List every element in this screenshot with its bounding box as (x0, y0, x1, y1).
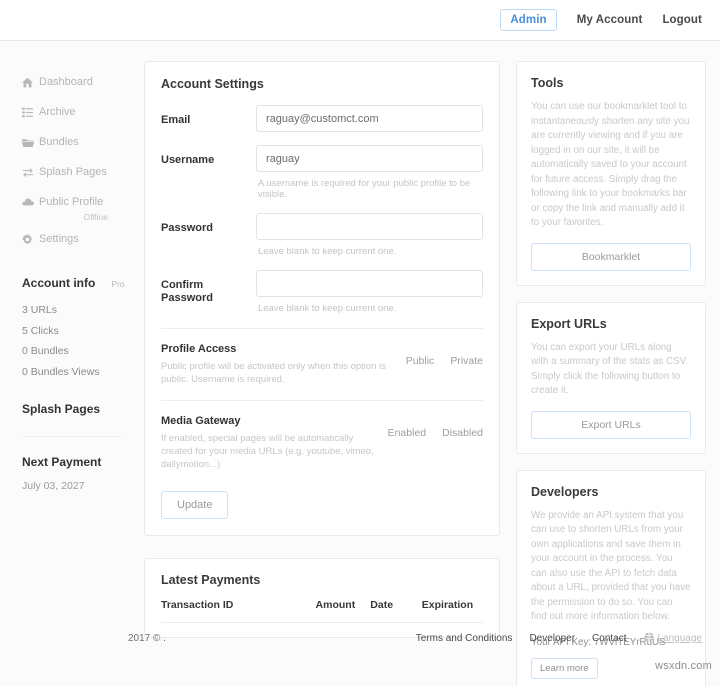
password-row: Password Leave blank to keep current one… (161, 213, 483, 257)
nav-link-logout[interactable]: Logout (662, 14, 702, 26)
tools-panel-text: You can use our bookmarklet tool to inst… (531, 101, 690, 228)
password-field[interactable] (256, 213, 483, 240)
sidebar-item-label: Archive (39, 106, 76, 118)
globe-icon (643, 631, 654, 645)
confirm-password-field[interactable] (256, 270, 483, 297)
latest-payments-title: Latest Payments (161, 573, 261, 587)
profile-access-private-option[interactable]: Private (450, 355, 483, 367)
username-label: Username (161, 154, 215, 166)
stat-bundles: 0 Bundles (22, 345, 69, 357)
account-settings-card: Account Settings Email Username A us (144, 61, 500, 536)
media-gateway-title: Media Gateway (161, 415, 241, 427)
export-panel-text: You can export your URLs along with a su… (531, 341, 688, 397)
copyright-text: 2017 © . (128, 632, 166, 644)
list-icon (22, 107, 39, 118)
form-divider-1 (161, 328, 483, 329)
sidebar: Dashboard Archive Bundles Splash Pages P… (14, 61, 130, 686)
media-gateway-row: Media Gateway If enabled, special pages … (161, 415, 483, 471)
email-row: Email (161, 105, 483, 132)
home-icon (22, 77, 39, 88)
sidebar-item-label: Bundles (39, 136, 79, 148)
media-gateway-description: If enabled, special pages will be automa… (161, 433, 374, 470)
account-info-title: Account info (22, 276, 96, 290)
public-profile-status: Offline (83, 212, 108, 222)
nav-link-my-account[interactable]: My Account (577, 14, 643, 26)
profile-access-description: Public profile will be activated only wh… (161, 361, 386, 385)
account-settings-form: Email Username A username is required fo… (145, 91, 499, 535)
update-button[interactable]: Update (161, 491, 229, 519)
sidebar-item-splash-pages[interactable]: Splash Pages (14, 157, 130, 187)
next-payment-title: Next Payment (22, 455, 102, 469)
footer-link-contact[interactable]: Contact (592, 633, 626, 644)
app-root: Admin My Account Logout Dashboard Archiv… (0, 0, 720, 686)
gear-icon (22, 233, 39, 245)
password-label: Password (161, 222, 213, 234)
sidebar-item-bundles[interactable]: Bundles (14, 127, 130, 157)
export-panel-title: Export URLs (531, 316, 607, 331)
footer: 2017 © . Terms and Conditions Developer … (0, 612, 720, 664)
developers-panel-title: Developers (531, 484, 599, 499)
footer-link-developer[interactable]: Developer (529, 633, 575, 644)
username-help: A username is required for your public p… (258, 178, 471, 200)
sidebar-item-dashboard[interactable]: Dashboard (14, 67, 130, 97)
pro-badge: Pro (111, 279, 125, 289)
email-field[interactable] (256, 105, 483, 132)
sidebar-divider (22, 436, 122, 437)
username-field[interactable] (256, 145, 483, 172)
username-row: Username A username is required for your… (161, 145, 483, 200)
form-divider-2 (161, 400, 483, 401)
confirm-password-row: Confirm Password Leave blank to keep cur… (161, 270, 483, 314)
profile-access-row: Profile Access Public profile will be ac… (161, 343, 483, 386)
media-gateway-enabled-option[interactable]: Enabled (388, 427, 427, 439)
watermark: wsxdn.com (655, 660, 712, 672)
sidebar-item-archive[interactable]: Archive (14, 97, 130, 127)
page-title: Account Settings (161, 77, 264, 91)
sidebar-item-label: Splash Pages (39, 166, 107, 178)
developers-panel-text: We provide an API system that you can us… (531, 509, 691, 623)
nav-link-admin[interactable]: Admin (500, 9, 557, 31)
main-content: Account Settings Email Username A us (130, 61, 516, 686)
footer-link-terms[interactable]: Terms and Conditions (416, 633, 513, 644)
top-navigation-bar: Admin My Account Logout (0, 0, 720, 41)
profile-access-public-option[interactable]: Public (406, 355, 435, 367)
confirm-password-label: Confirm Password (161, 279, 213, 304)
bookmarklet-button[interactable]: Bookmarklet (531, 242, 691, 271)
next-payment-date: July 03, 2027 (22, 480, 85, 492)
cloud-icon (22, 197, 39, 207)
sidebar-item-label: Dashboard (39, 76, 93, 88)
footer-links: Terms and Conditions Developer Contact L… (416, 631, 703, 645)
sidebar-item-label: Settings (39, 233, 79, 245)
media-gateway-disabled-option[interactable]: Disabled (442, 427, 483, 439)
language-label: Language (657, 632, 703, 644)
folder-icon (22, 137, 39, 148)
sidebar-item-label: Public Profile (39, 196, 104, 208)
confirm-password-help: Leave blank to keep current one. (258, 303, 397, 314)
email-label: Email (161, 114, 191, 126)
stat-clicks: 5 Clicks (22, 324, 59, 337)
export-urls-panel: Export URLs You can export your URLs alo… (516, 301, 706, 454)
export-urls-button[interactable]: Export URLs (531, 410, 691, 439)
tools-panel: Tools You can use our bookmarklet tool t… (516, 61, 706, 286)
password-help: Leave blank to keep current one. (258, 246, 397, 257)
page-body: Dashboard Archive Bundles Splash Pages P… (0, 41, 720, 686)
stat-bundles-views: 0 Bundles Views (22, 365, 100, 378)
sidebar-splash-pages-heading: Splash Pages (22, 402, 101, 416)
account-info-heading: Account info Pro (14, 276, 130, 290)
right-sidebar: Tools You can use our bookmarklet tool t… (516, 61, 706, 686)
sidebar-item-settings[interactable]: Settings (14, 224, 130, 254)
exchange-icon (22, 167, 39, 178)
stat-urls: 3 URLs (22, 304, 58, 316)
language-selector[interactable]: Language (643, 631, 703, 645)
profile-access-title: Profile Access (161, 343, 237, 355)
tools-panel-title: Tools (531, 76, 564, 90)
